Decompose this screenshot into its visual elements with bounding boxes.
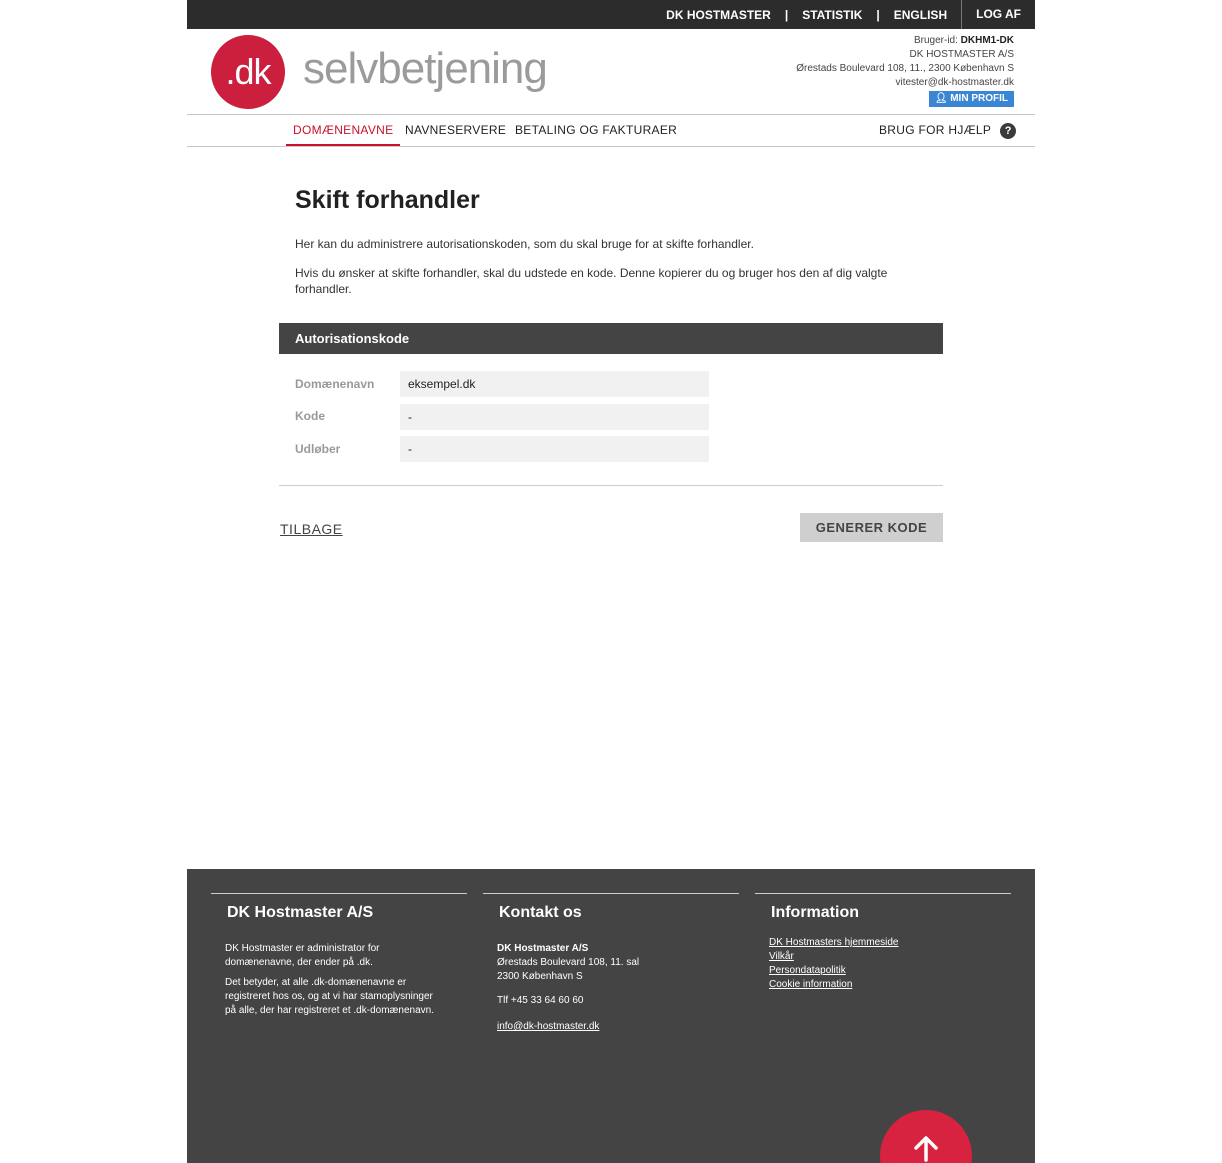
my-profile-button[interactable]: 👤︎ MIN PROFIL: [928, 91, 1014, 107]
top-nav-english[interactable]: ENGLISH: [894, 8, 947, 22]
top-nav-dk-hostmaster[interactable]: DK HOSTMASTER: [666, 8, 771, 22]
page-wrapper: DK HOSTMASTER | STATISTIK | ENGLISH LOG …: [187, 0, 1035, 1163]
top-nav: DK HOSTMASTER | STATISTIK | ENGLISH LOG …: [666, 0, 1035, 29]
footer-link-cookie[interactable]: Cookie information: [769, 979, 852, 990]
intro-text-2: Hvis du ønsker at skifte forhandler, ska…: [295, 266, 888, 296]
nav-navneservere[interactable]: NAVNESERVERE: [405, 115, 506, 146]
user-email: vitester@dk-hostmaster.dk: [895, 77, 1014, 88]
expires-value: -: [400, 436, 709, 462]
footer-contact-phone: Tlf +45 33 64 60 60: [497, 995, 584, 1006]
footer-contact-email[interactable]: info@dk-hostmaster.dk: [497, 1021, 599, 1032]
footer-link-vilkaar[interactable]: Vilkår: [769, 951, 794, 962]
user-icon: 👤︎: [934, 93, 948, 104]
user-id: Bruger-id: DKHM1-DK: [796, 34, 1014, 48]
domain-value: eksempel.dk: [400, 371, 709, 397]
generate-code-button[interactable]: GENERER KODE: [800, 513, 943, 542]
main-nav: DOMÆNENAVNE NAVNESERVERE BETALING OG FAK…: [187, 114, 1035, 147]
footer-contact-company: DK Hostmaster A/S: [497, 943, 589, 954]
intro-text-1: Her kan du administrere autorisationskod…: [295, 237, 754, 251]
footer-about-p2: Det betyder, at alle .dk-domænenavne er …: [225, 977, 434, 1016]
domain-label: Domænenavn: [295, 377, 375, 391]
footer-about-p1: DK Hostmaster er administrator for domæn…: [225, 943, 380, 968]
footer-contact-address2: 2300 København S: [497, 971, 583, 982]
footer-col-about: DK Hostmaster A/S DK Hostmaster er admin…: [211, 893, 467, 1018]
footer-link-homepage[interactable]: DK Hostmasters hjemmeside: [769, 937, 898, 948]
nav-help[interactable]: BRUG FOR HJÆLP?: [879, 115, 1017, 146]
top-nav-separator: |: [876, 7, 880, 22]
dk-logo[interactable]: .dk: [211, 35, 285, 109]
page-title: Skift forhandler: [295, 186, 480, 214]
footer-col-info: Information DK Hostmasters hjemmeside Vi…: [755, 893, 1011, 992]
code-value: -: [400, 404, 709, 430]
section-divider: [279, 485, 943, 486]
my-profile-label: MIN PROFIL: [950, 93, 1008, 104]
footer-col-contact: Kontakt os DK Hostmaster A/S Ørestads Bo…: [483, 893, 739, 1034]
auth-section-header: Autorisationskode: [279, 323, 943, 354]
footer-contact-address1: Ørestads Boulevard 108, 11. sal: [497, 957, 640, 968]
code-label: Kode: [295, 409, 325, 423]
footer-about-title: DK Hostmaster A/S: [227, 904, 374, 921]
nav-betaling-og-fakturaer[interactable]: BETALING OG FAKTURAER: [515, 115, 677, 146]
logout-link[interactable]: LOG AF: [961, 0, 1035, 29]
top-nav-separator: |: [784, 7, 789, 22]
help-icon: ?: [1000, 122, 1017, 139]
nav-domaenenavne[interactable]: DOMÆNENAVNE: [286, 115, 401, 146]
back-link[interactable]: TILBAGE: [280, 521, 343, 537]
user-address: Ørestads Boulevard 108, 11., 2300 Københ…: [796, 63, 1014, 74]
footer: DK Hostmaster A/S DK Hostmaster er admin…: [187, 869, 1035, 1163]
user-id-label: Bruger-id:: [913, 35, 958, 46]
expires-label: Udløber: [295, 442, 341, 456]
help-label: BRUG FOR HJÆLP: [879, 123, 992, 137]
user-company: DK HOSTMASTER A/S: [909, 49, 1014, 60]
footer-contact-title: Kontakt os: [499, 904, 582, 921]
logo-text: selvbetjening: [303, 44, 548, 93]
arrow-up-icon: [914, 1136, 938, 1162]
user-id-value: DKHM1-DK: [960, 35, 1014, 46]
user-info: Bruger-id: DKHM1-DK DK HOSTMASTER A/S Ør…: [796, 34, 1014, 107]
top-bar: DK HOSTMASTER | STATISTIK | ENGLISH LOG …: [187, 0, 1035, 29]
top-nav-statistik[interactable]: STATISTIK: [802, 8, 862, 22]
footer-link-persondatapolitik[interactable]: Persondatapolitik: [769, 965, 846, 976]
footer-info-title: Information: [771, 904, 859, 921]
scroll-to-top-button[interactable]: [880, 1110, 972, 1163]
